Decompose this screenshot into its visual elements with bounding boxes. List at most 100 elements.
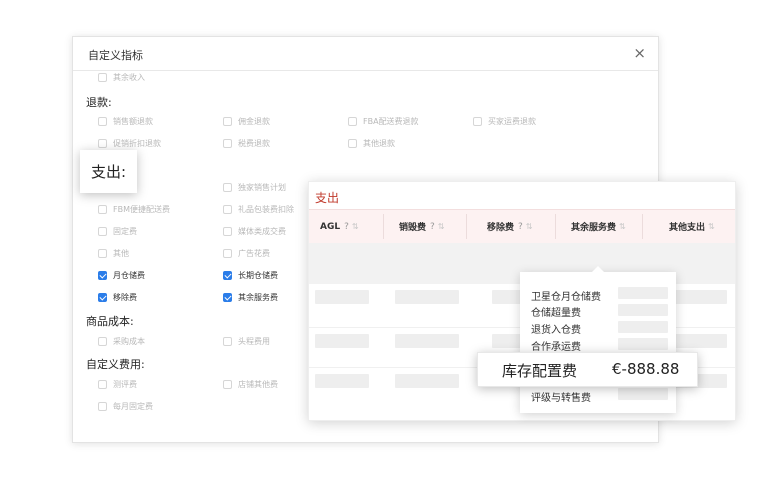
cell-placeholder	[395, 374, 459, 388]
checkbox-box[interactable]	[98, 336, 107, 346]
column-other-expense[interactable]: 其他支出 ⇅	[669, 210, 715, 243]
section-cogs-title: 商品成本:	[86, 315, 134, 328]
checkbox-box[interactable]	[223, 204, 232, 214]
section-refund-title: 退款:	[86, 96, 112, 109]
close-icon[interactable]: ×	[633, 44, 646, 62]
checkbox-custom-item[interactable]: 店铺其他费	[223, 377, 278, 391]
checkbox-checked[interactable]	[98, 292, 107, 302]
checkbox-cogs-item[interactable]: 采购成本	[98, 334, 145, 348]
sort-icon[interactable]: ⇅	[708, 222, 715, 231]
column-label: 销毁费	[399, 223, 427, 233]
checkbox-expense-item[interactable]: FBM便捷配送费	[98, 202, 170, 216]
column-divider	[383, 214, 384, 239]
column-label: AGL	[320, 221, 341, 232]
checkbox-refund-item[interactable]: 销售额退款	[98, 114, 153, 128]
checkbox-refund-item[interactable]: 促销折扣退款	[98, 136, 161, 150]
sort-icon[interactable]: ⇅	[619, 222, 626, 231]
checkbox-refund-item[interactable]: 其他退款	[348, 136, 395, 150]
cell-placeholder	[492, 334, 522, 348]
checkbox-checked[interactable]	[98, 270, 107, 280]
checkbox-custom-item[interactable]: 测评费	[98, 377, 137, 391]
checkbox-label: 佣金退款	[238, 116, 270, 126]
popover-item: 仓储超量费	[531, 308, 581, 319]
sort-icon[interactable]: ⇅	[438, 222, 445, 231]
checkbox-label: 其他退款	[363, 138, 395, 148]
checkbox-custom-item[interactable]: 每月固定费	[98, 399, 153, 413]
checkbox-monthly-storage[interactable]: 月仓储费	[98, 268, 145, 282]
popover-item: 合作承运费	[531, 342, 581, 353]
checkbox-box[interactable]	[223, 116, 232, 126]
checkbox-cogs-item[interactable]: 头程费用	[223, 334, 270, 348]
popover-item: 卫星仓月仓储费	[531, 292, 601, 303]
checkbox-box[interactable]	[98, 248, 107, 258]
checkbox-box[interactable]	[348, 116, 357, 126]
popover-arrow	[592, 266, 604, 272]
checkbox-label: 长期仓储费	[238, 270, 278, 280]
checkbox-label: 采购成本	[113, 336, 145, 346]
sort-icon[interactable]: ⇅	[352, 222, 359, 231]
column-agl[interactable]: AGL ? ⇅	[320, 210, 359, 243]
checkbox-refund-item[interactable]: 买家运费退款	[473, 114, 536, 128]
checkbox-checked[interactable]	[223, 270, 232, 280]
checkbox-label: 测评费	[113, 379, 137, 389]
checkbox-box[interactable]	[473, 116, 482, 126]
checkbox-label: FBA配送费退款	[363, 116, 419, 126]
cell-placeholder	[618, 388, 668, 400]
checkbox-checked[interactable]	[223, 292, 232, 302]
column-label: 其他支出	[669, 223, 706, 233]
checkbox-refund-item[interactable]: 税费退款	[223, 136, 270, 150]
dialog-header: 自定义指标 ×	[73, 37, 658, 71]
checkbox-label: 店铺其他费	[238, 379, 278, 389]
checkbox-box[interactable]	[98, 204, 107, 214]
checkbox-other-service-fee[interactable]: 其余服务费	[223, 290, 278, 304]
help-icon[interactable]: ?	[430, 222, 435, 232]
checkbox-box[interactable]	[223, 379, 232, 389]
checkbox-label: 移除费	[113, 292, 137, 302]
cell-placeholder	[492, 290, 522, 304]
help-icon[interactable]: ?	[344, 222, 349, 232]
checkbox-expense-item[interactable]: 广告花费	[223, 246, 270, 260]
checkbox-refund-item[interactable]: 佣金退款	[223, 114, 270, 128]
cell-placeholder	[395, 334, 459, 348]
other-service-fee-popover: 卫星仓月仓储费 仓储超量费 退货入仓费 合作承运费 评级与转售费	[520, 266, 676, 413]
checkbox-box[interactable]	[98, 379, 107, 389]
inventory-placement-fee-highlight: 库存配置费 €-888.88	[477, 352, 698, 387]
checkbox-box[interactable]	[348, 138, 357, 148]
sort-icon[interactable]: ⇅	[526, 222, 533, 231]
checkbox-label: 独家销售计划	[238, 182, 286, 192]
help-icon[interactable]: ?	[518, 222, 523, 232]
cell-placeholder	[618, 338, 668, 350]
checkbox-expense-item[interactable]: 礼品包装费扣除	[223, 202, 294, 216]
checkbox-box[interactable]	[223, 182, 232, 192]
checkbox-label: 税费退款	[238, 138, 270, 148]
cell-placeholder	[618, 321, 668, 333]
checkbox-box[interactable]	[223, 336, 232, 346]
checkbox-box[interactable]	[98, 72, 107, 82]
checkbox-box[interactable]	[223, 226, 232, 236]
checkbox-other-income[interactable]: 其余收入	[98, 70, 145, 84]
checkbox-refund-item[interactable]: FBA配送费退款	[348, 114, 419, 128]
column-other-service-fee[interactable]: 其余服务费 ⇅	[571, 210, 626, 243]
column-removal-fee[interactable]: 移除费 ? ⇅	[487, 210, 533, 243]
checkbox-box[interactable]	[98, 116, 107, 126]
checkbox-label: 固定费	[113, 226, 137, 236]
checkbox-box[interactable]	[98, 138, 107, 148]
checkbox-removal-fee[interactable]: 移除费	[98, 290, 137, 304]
checkbox-label: 媒体类成交费	[238, 226, 286, 236]
cell-placeholder	[618, 287, 668, 299]
checkbox-box[interactable]	[223, 138, 232, 148]
checkbox-box[interactable]	[223, 248, 232, 258]
checkbox-label: 其余收入	[113, 72, 145, 82]
checkbox-expense-item[interactable]: 媒体类成交费	[223, 224, 286, 238]
checkbox-expense-item[interactable]: 固定费	[98, 224, 137, 238]
checkbox-expense-item[interactable]: 其他	[98, 246, 129, 260]
checkbox-expense-item[interactable]: 独家销售计划	[223, 180, 286, 194]
checkbox-long-term-storage[interactable]: 长期仓储费	[223, 268, 278, 282]
popover-item: 评级与转售费	[531, 393, 591, 404]
column-disposal-fee[interactable]: 销毁费 ? ⇅	[399, 210, 445, 243]
checkbox-box[interactable]	[98, 226, 107, 236]
fee-name: 库存配置费	[502, 362, 578, 380]
checkbox-box[interactable]	[98, 401, 107, 411]
checkbox-label: 广告花费	[238, 248, 270, 258]
table-header: AGL ? ⇅ 销毁费 ? ⇅ 移除费 ? ⇅ 其余服务费 ⇅ 其他支出 ⇅	[309, 209, 735, 244]
